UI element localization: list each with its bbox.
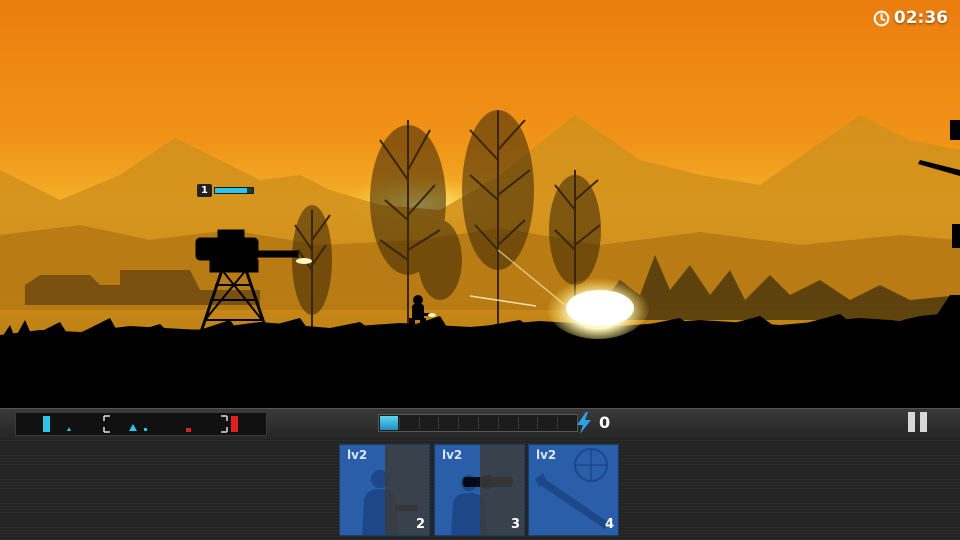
lightning-icon (577, 412, 591, 434)
energy-count: 0 (599, 413, 611, 432)
minimap-base-friendly (43, 416, 50, 432)
card-cost: 4 (604, 517, 614, 532)
energy-bar (378, 414, 578, 432)
pause-icon (908, 412, 915, 432)
deploy-card-rocket-soldier[interactable]: lv2 3 (434, 444, 525, 536)
turret-health-bar (213, 187, 254, 194)
turret-level: 1 (197, 184, 212, 197)
card-level: lv2 (536, 448, 557, 462)
minimap-unit (129, 424, 137, 431)
match-timer: 02:36 (873, 8, 948, 28)
minimap-enemy (186, 428, 191, 432)
card-level: lv2 (347, 448, 368, 462)
energy-segment-divider (458, 417, 460, 429)
energy-segment-divider (557, 417, 559, 429)
energy-segment-divider (537, 417, 539, 429)
pause-button[interactable] (906, 412, 930, 434)
energy-segment-divider (517, 417, 519, 429)
deploy-card-rifleman[interactable]: lv2 2 (339, 444, 430, 536)
turret-health-tag: 1 (197, 184, 254, 197)
minimap-unit (144, 428, 147, 431)
energy-segment-divider (438, 417, 440, 429)
pause-icon (920, 412, 927, 432)
clock-icon (873, 10, 890, 26)
battlefield-scene (0, 0, 960, 410)
muzzle-flash (296, 258, 312, 264)
minimap[interactable] (15, 412, 267, 436)
turret-health-fill (214, 188, 248, 193)
card-cost: 2 (415, 517, 425, 532)
energy-segment-divider (398, 417, 400, 429)
timer-value: 02:36 (893, 8, 948, 28)
minimap-viewport[interactable] (103, 415, 228, 433)
game-screen: 02:36 1 0 lv2 2 lv2 3 lv2 4 (0, 0, 960, 540)
energy-segment-divider (497, 417, 499, 429)
energy-segment-divider (418, 417, 420, 429)
card-cost: 3 (510, 517, 520, 532)
hud-bar: 0 (0, 408, 960, 437)
deploy-card-missile-strike[interactable]: lv2 4 (528, 444, 619, 536)
minimap-unit (67, 427, 71, 431)
explosion-core (566, 290, 634, 326)
minimap-base-enemy (231, 416, 238, 432)
card-level: lv2 (442, 448, 463, 462)
unit-deploy-panel: lv2 2 lv2 3 lv2 4 (0, 437, 960, 540)
energy-fill (380, 416, 398, 430)
energy-segment-divider (478, 417, 479, 429)
